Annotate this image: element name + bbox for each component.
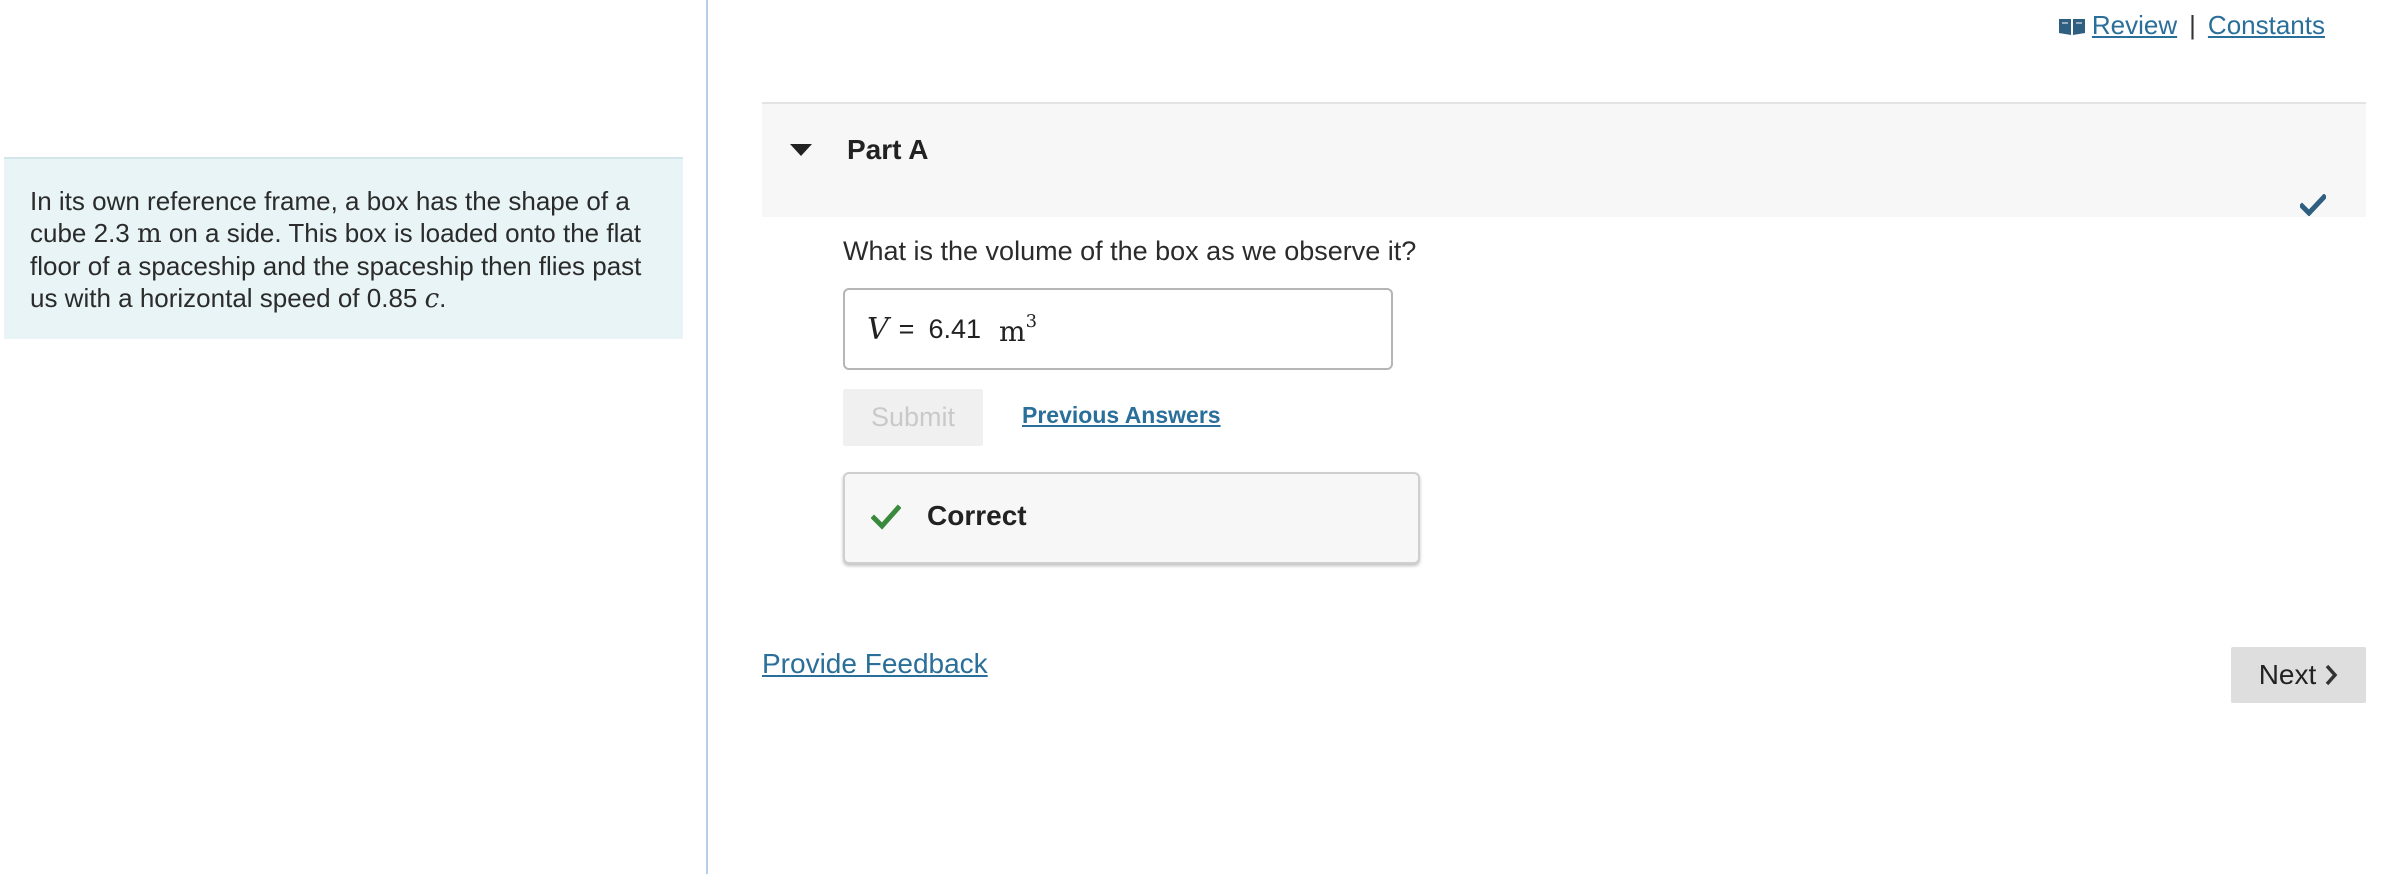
submit-button[interactable]: Submit bbox=[843, 389, 983, 446]
caret-down-icon[interactable] bbox=[790, 144, 812, 156]
problem-text-3: . bbox=[439, 283, 447, 313]
problem-unit-m: m bbox=[136, 219, 162, 249]
review-label: Review bbox=[2091, 10, 2178, 40]
constants-link[interactable]: Constants bbox=[2208, 10, 2325, 41]
check-icon bbox=[871, 504, 901, 530]
answer-unit-exponent: 3 bbox=[1025, 310, 1038, 332]
part-title: Part A bbox=[847, 134, 929, 165]
link-separator: | bbox=[2189, 10, 2196, 40]
chevron-right-icon bbox=[2325, 664, 2338, 686]
answer-equals: = bbox=[898, 313, 915, 344]
previous-answers-link[interactable]: Previous Answers bbox=[1022, 402, 1221, 429]
question-text: What is the volume of the box as we obse… bbox=[843, 236, 1417, 266]
next-button[interactable]: Next bbox=[2231, 647, 2366, 703]
page: In its own reference frame, a box has th… bbox=[0, 0, 2388, 874]
check-icon bbox=[2300, 194, 2326, 216]
part-header[interactable]: Part A bbox=[762, 102, 2366, 217]
answer-unit: m3 bbox=[999, 311, 1037, 348]
problem-statement: In its own reference frame, a box has th… bbox=[4, 157, 683, 339]
answer-variable: V bbox=[867, 311, 889, 347]
provide-feedback-link[interactable]: Provide Feedback bbox=[762, 648, 988, 680]
book-icon bbox=[2058, 19, 2085, 35]
answer-value: 6.41 bbox=[928, 313, 982, 344]
top-links: Review | Constants bbox=[2058, 10, 2325, 41]
review-link[interactable]: Review bbox=[2058, 10, 2177, 41]
left-panel: In its own reference frame, a box has th… bbox=[0, 0, 708, 874]
problem-var-c: c bbox=[424, 284, 440, 314]
answer-field[interactable]: V = 6.41 m3 bbox=[843, 288, 1393, 370]
answer-unit-base: m bbox=[999, 314, 1026, 348]
next-label: Next bbox=[2258, 659, 2317, 690]
result-feedback-box: Correct bbox=[843, 472, 1420, 564]
result-label: Correct bbox=[927, 500, 1027, 531]
